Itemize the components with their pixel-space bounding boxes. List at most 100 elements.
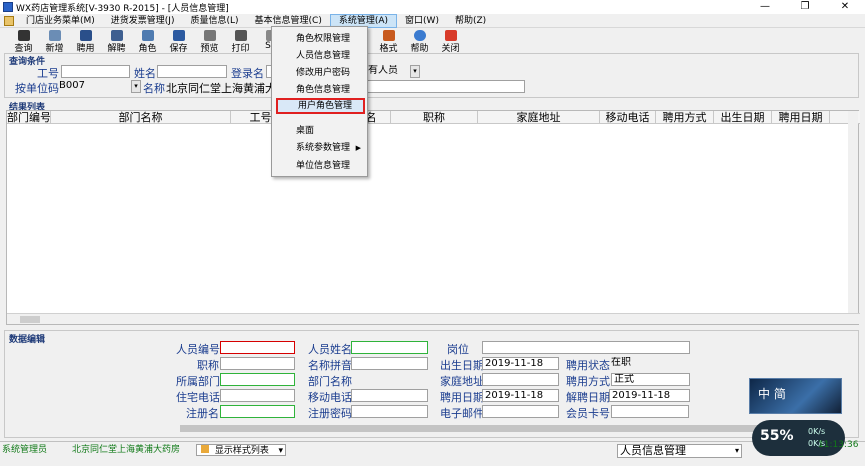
name-input[interactable] [157, 65, 227, 78]
restore-button[interactable]: ❐ [785, 0, 825, 14]
emp-name-input[interactable] [351, 341, 428, 354]
hire-date-input[interactable]: 2019-11-18 [482, 389, 559, 402]
col-hire-mode[interactable]: 聘用方式 [656, 111, 714, 124]
hire-mode-input[interactable]: 正式 [611, 373, 690, 386]
results-vertical-scrollbar[interactable] [848, 111, 858, 314]
preview-icon [203, 30, 216, 41]
position-input[interactable] [482, 341, 690, 354]
address-input[interactable] [482, 373, 559, 386]
pinyin-input[interactable] [351, 357, 428, 370]
hire-status-value[interactable]: 在职 [609, 357, 689, 370]
window-controls: — ❐ ✕ [745, 0, 865, 14]
list-mode-icon [201, 445, 209, 453]
mobile-input[interactable] [351, 389, 428, 402]
toolbar: 查询 新增 聘用 解聘 角色 保存 预览 打印 SQ 格式 帮助 关闭 [0, 29, 865, 54]
results-horizontal-scrollbar[interactable] [7, 313, 860, 324]
hire-status-label: 聘用状态 [566, 359, 610, 372]
menu-personnel-info[interactable]: 人员信息管理 [276, 48, 365, 64]
query-button[interactable]: 查询 [8, 29, 39, 54]
unit-name-extra-input[interactable] [366, 80, 525, 93]
menu-window[interactable]: 窗口(W) [397, 14, 447, 28]
memory-percent: 55% [760, 428, 794, 444]
birth-date-label: 出生日期 [440, 359, 484, 372]
col-title[interactable]: 职称 [391, 111, 478, 124]
status-dropdown-button[interactable]: ▾ [410, 65, 420, 78]
close-window-button[interactable]: ✕ [825, 0, 865, 14]
menu-change-password[interactable]: 修改用户密码 [276, 65, 365, 81]
unit-code-dropdown-button[interactable]: ▾ [131, 80, 141, 93]
reg-name-label: 注册名 [186, 407, 219, 420]
dismiss-button[interactable]: 解聘 [101, 29, 132, 54]
menu-desktop[interactable]: 桌面 [276, 123, 365, 139]
hire-date-label: 聘用日期 [440, 391, 484, 404]
menu-help[interactable]: 帮助(Z) [447, 14, 494, 28]
email-label: 电子邮件 [440, 407, 484, 420]
col-dept-name[interactable]: 部门名称 [51, 111, 231, 124]
dept-input[interactable] [220, 373, 295, 386]
minimize-button[interactable]: — [745, 0, 785, 14]
col-birth-date[interactable]: 出生日期 [714, 111, 772, 124]
edit-scroll-thumb[interactable] [180, 425, 780, 432]
close-button[interactable]: 关闭 [435, 29, 466, 54]
menu-role-info[interactable]: 角色信息管理 [276, 82, 365, 98]
col-address[interactable]: 家庭地址 [478, 111, 600, 124]
menu-purchase-invoice[interactable]: 进货发票管理(J) [103, 14, 183, 28]
emp-no-input[interactable] [61, 65, 130, 78]
member-card-input[interactable] [611, 405, 689, 418]
birth-date-input[interactable]: 2019-11-18 [482, 357, 559, 370]
reg-password-label: 注册密码 [308, 407, 352, 420]
add-button[interactable]: 新增 [39, 29, 70, 54]
col-mobile[interactable]: 移动电话 [600, 111, 656, 124]
menu-system-params-label: 系统参数管理 [296, 143, 351, 153]
format-button[interactable]: 格式 [373, 29, 404, 54]
email-input[interactable] [482, 405, 559, 418]
reg-name-input[interactable] [220, 405, 295, 418]
list-mode-select[interactable]: 显示样式列表 ▾ [196, 444, 286, 456]
ime-widget[interactable]: 中 简 [749, 378, 842, 414]
binoculars-icon [17, 30, 30, 41]
address-label: 家庭地址 [440, 375, 484, 388]
network-speed-widget[interactable]: 55% 0K/s 0K/s [752, 420, 845, 456]
preview-button[interactable]: 预览 [194, 29, 225, 54]
hire-icon [79, 30, 92, 41]
menu-system-params[interactable]: 系统参数管理 ▶ [276, 140, 365, 156]
col-dept-no[interactable]: 部门编号 [7, 111, 51, 124]
emp-no-edit-input[interactable] [220, 341, 295, 354]
menu-user-role[interactable]: 用户角色管理 [276, 98, 365, 114]
status-select[interactable]: 有人员 [366, 65, 410, 78]
dismiss-icon [110, 30, 123, 41]
title-label: 职称 [197, 359, 219, 372]
edit-horizontal-scrollbar[interactable] [168, 423, 854, 434]
format-icon [382, 30, 395, 41]
unit-code-select[interactable]: B007 [57, 80, 131, 93]
home-phone-label: 住宅电话 [176, 391, 220, 404]
login-name-label: 登录名 [231, 67, 264, 80]
system-management-dropdown: 角色权限管理 人员信息管理 修改用户密码 角色信息管理 用户角色管理 桌面 系统… [271, 26, 368, 177]
menu-quality[interactable]: 质量信息(L) [182, 14, 246, 28]
save-button[interactable]: 保存 [163, 29, 194, 54]
dept-label: 所属部门 [176, 375, 220, 388]
hire-button[interactable]: 聘用 [70, 29, 101, 54]
member-card-label: 会员卡号 [566, 407, 610, 420]
reg-password-input[interactable] [351, 405, 428, 418]
ime-text: 中 简 [758, 387, 786, 401]
role-button[interactable]: 角色 [132, 29, 163, 54]
menu-role-permission[interactable]: 角色权限管理 [276, 31, 365, 47]
print-button[interactable]: 打印 [225, 29, 256, 54]
results-grid[interactable]: 部门编号 部门名称 工号 录名 职称 家庭地址 移动电话 聘用方式 出生日期 聘… [6, 110, 860, 325]
menu-unit-info[interactable]: 单位信息管理 [276, 158, 365, 174]
mobile-label: 移动电话 [308, 391, 352, 404]
title-input[interactable] [220, 357, 295, 370]
hire-mode-label: 聘用方式 [566, 375, 610, 388]
help-button[interactable]: 帮助 [404, 29, 435, 54]
home-phone-input[interactable] [220, 389, 295, 402]
menu-store-business[interactable]: 门店业务菜单(M) [18, 14, 103, 28]
current-module-select[interactable]: 人员信息管理 ▾ [617, 444, 742, 458]
fire-date-input[interactable]: 2019-11-18 [609, 389, 690, 402]
position-label: 岗位 [447, 343, 469, 356]
results-scroll-thumb[interactable] [20, 316, 40, 323]
list-mode-label: 显示样式列表 [214, 446, 269, 456]
dept-name-label: 部门名称 [308, 375, 352, 388]
printer-icon [234, 30, 247, 41]
col-hire-date[interactable]: 聘用日期 [772, 111, 830, 124]
